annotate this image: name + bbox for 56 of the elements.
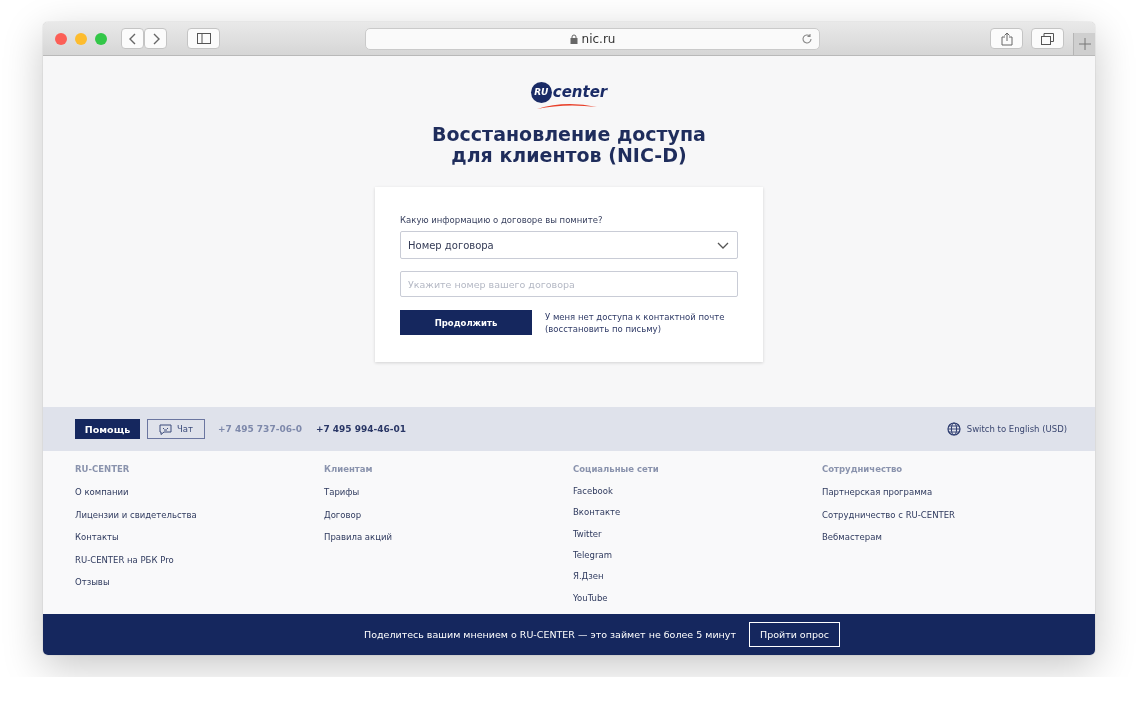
column-heading: Клиентам <box>324 464 374 476</box>
footer-link[interactable]: Сотрудничество с RU-CENTER <box>822 509 1071 532</box>
footer-link[interactable]: Вконтакте <box>573 507 822 529</box>
sidebar-icon <box>196 33 211 44</box>
forward-button[interactable] <box>144 28 167 49</box>
globe-icon <box>946 422 961 436</box>
footer-link[interactable]: Facebook <box>573 485 822 508</box>
footer-link[interactable]: Тарифы <box>324 487 573 510</box>
share-button[interactable] <box>990 28 1023 49</box>
restore-by-letter-link[interactable]: У меня нет доступа к контактной почте (восстановить по письму) <box>545 311 725 335</box>
survey-text: Поделитесь вашим мнением о RU-CENTER — это займет не более 5 минут <box>364 629 736 640</box>
tabs-icon <box>1041 32 1054 45</box>
chevron-down-icon <box>717 241 729 249</box>
tabs-button[interactable] <box>1031 28 1064 49</box>
url-text: nic.ru <box>581 31 616 46</box>
footer-link[interactable]: Отзывы <box>75 577 324 600</box>
chat-button[interactable]: Чат <box>147 419 205 439</box>
survey-button[interactable]: Пройти опрос <box>749 622 840 647</box>
column-heading: RU-CENTER <box>75 464 131 476</box>
footer-link[interactable]: О компании <box>75 487 324 510</box>
zoom-icon[interactable] <box>95 32 107 45</box>
footer-link[interactable]: Telegram <box>573 549 822 572</box>
plus-icon <box>1078 38 1091 50</box>
footer-link[interactable]: Вебмастерам <box>822 532 1071 555</box>
address-bar[interactable]: nic.ru <box>365 27 820 50</box>
column-heading: Сотрудничество <box>822 464 904 476</box>
share-icon <box>1000 31 1013 46</box>
language-link[interactable]: Switch to English (USD) <box>946 422 1067 436</box>
footer-link[interactable]: Я.Дзен <box>573 571 822 593</box>
back-icon <box>128 32 137 45</box>
footer-link[interactable]: RU-CENTER на РБК Pro <box>75 554 324 577</box>
footer-link[interactable]: Договор <box>324 509 573 532</box>
chat-icon <box>159 423 172 435</box>
close-icon[interactable] <box>55 32 67 45</box>
column-heading: Социальные сети <box>573 464 660 476</box>
contract-select[interactable]: Номер договора <box>400 231 738 259</box>
lock-icon <box>569 33 578 44</box>
footer-link[interactable]: Правила акций <box>324 532 573 555</box>
help-button[interactable]: Помощь <box>75 419 140 439</box>
reload-icon[interactable] <box>801 32 813 45</box>
page-title: Восстановление доступа для клиентов (NIC-D) <box>432 124 706 166</box>
footer-link[interactable]: Партнерская программа <box>822 487 1071 510</box>
continue-button[interactable]: Продолжить <box>400 310 532 335</box>
footer-link[interactable]: Twitter <box>573 528 822 550</box>
footer-link[interactable]: YouTube <box>573 592 822 614</box>
footer-link[interactable]: Лицензии и свидетельства <box>75 509 324 532</box>
footer-link[interactable]: Контакты <box>75 532 324 555</box>
minimize-icon[interactable] <box>75 32 87 45</box>
forward-icon <box>151 32 160 45</box>
logo[interactable]: RU center <box>530 80 608 108</box>
sidebar-button[interactable] <box>187 28 220 49</box>
field-label: Какую информацию о договоре вы помните? <box>400 215 604 225</box>
new-tab-button[interactable] <box>1073 33 1095 55</box>
phone-link[interactable]: +7 495 994-46-01 <box>315 424 407 434</box>
back-button[interactable] <box>121 28 144 49</box>
contract-number-field[interactable]: Укажите номер вашего договора <box>400 271 738 297</box>
